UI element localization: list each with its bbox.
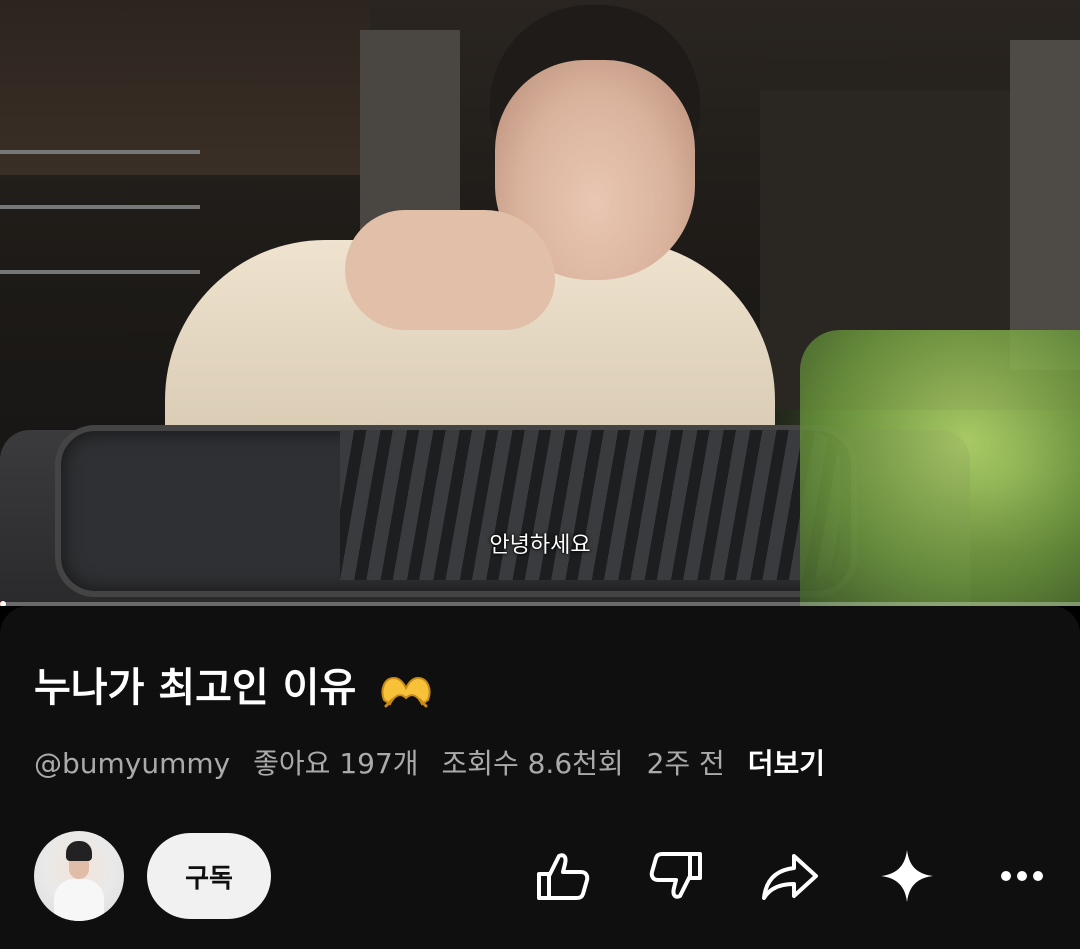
person-hand bbox=[345, 210, 555, 330]
channel-avatar[interactable] bbox=[34, 831, 124, 921]
avatar-hair bbox=[66, 841, 92, 861]
share-button[interactable] bbox=[758, 844, 822, 908]
video-title: 누나가 최고인 이유 bbox=[34, 660, 434, 716]
video-caption: 안녕하세요 bbox=[489, 533, 591, 558]
sparkle-icon bbox=[881, 850, 933, 902]
more-link[interactable]: 더보기 bbox=[748, 747, 825, 780]
channel-handle[interactable]: @bumyummy bbox=[34, 747, 230, 780]
more-icon bbox=[1001, 871, 1043, 881]
view-count: 조회수 8.6천회 bbox=[441, 747, 624, 780]
kitchen-shelf bbox=[0, 205, 200, 209]
progress-scrubber[interactable] bbox=[0, 601, 6, 606]
refrigerator bbox=[1010, 40, 1080, 370]
share-icon bbox=[762, 854, 818, 900]
more-options-button[interactable] bbox=[990, 844, 1054, 908]
remix-button[interactable] bbox=[875, 844, 939, 908]
dislike-button[interactable] bbox=[644, 844, 708, 908]
lettuce-bowl bbox=[800, 330, 1080, 606]
like-button[interactable] bbox=[531, 844, 595, 908]
video-metadata: @bumyummy 좋아요 197개 조회수 8.6천회 2주 전 더보기 bbox=[34, 742, 839, 786]
kitchen-cabinet bbox=[0, 0, 370, 175]
like-count: 좋아요 197개 bbox=[253, 747, 419, 780]
video-player[interactable]: 안녕하세요 bbox=[0, 0, 1080, 606]
thumbs-up-icon bbox=[537, 853, 590, 900]
subscribe-button[interactable]: 구독 bbox=[147, 833, 271, 919]
kitchen-shelf bbox=[0, 270, 200, 274]
thumbs-down-icon bbox=[649, 852, 702, 899]
kitchen-shelf bbox=[0, 150, 200, 154]
video-title-text: 누나가 최고인 이유 bbox=[34, 665, 357, 711]
heart-hands-emoji-icon bbox=[381, 676, 431, 708]
avatar-body bbox=[54, 879, 104, 921]
upload-age: 2주 전 bbox=[646, 747, 725, 780]
